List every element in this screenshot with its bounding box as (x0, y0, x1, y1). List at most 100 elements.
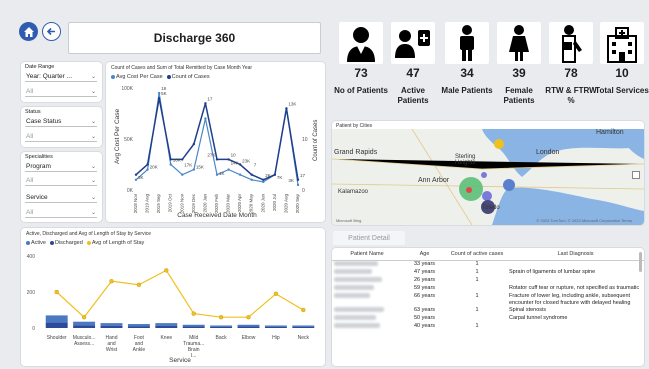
line-point (227, 158, 230, 161)
diagnosis-cell (507, 260, 644, 269)
los-point (301, 307, 306, 313)
table-row[interactable]: 66 years 1 Fracture of lower leg, includin… (332, 292, 644, 307)
column-age[interactable]: Age (402, 248, 447, 261)
kpi-value: 78 (564, 66, 578, 80)
map-label-hamilton: Hamilton (596, 129, 624, 136)
kpi-card-4 (549, 22, 593, 64)
bar-x-tick: Ankle (133, 347, 146, 353)
active-cases-cell: 1 (475, 306, 479, 313)
column-patient-name[interactable]: Patient Name (332, 248, 402, 261)
line-data-label: 13K (288, 101, 296, 106)
hospital-icon (607, 27, 637, 63)
table-row[interactable]: 26 years 1 (332, 276, 644, 285)
doctor-icon (347, 27, 375, 62)
line-data-label: 14K (231, 161, 239, 166)
line-point (169, 158, 172, 161)
patient-detail-tab[interactable]: Patient Detail (333, 231, 405, 245)
bar-active (292, 325, 315, 327)
chevron-down-icon: ⌄ (90, 209, 96, 216)
line-x-tick: 2020 May (249, 193, 254, 214)
line-x-tick: 2018 Nov (133, 193, 138, 213)
table-scrollbar[interactable] (639, 252, 642, 272)
status-sub-dropdown[interactable]: All ⌄ (25, 131, 97, 142)
chevron-down-icon: ⌄ (90, 118, 96, 125)
service-value: All (26, 208, 34, 216)
table-row[interactable]: 50 years Carpal tunnel syndrome (332, 314, 644, 323)
date-range-dropdown[interactable]: Year: Quarter ... ⌄ (25, 71, 97, 82)
line-x-tick: 2019 Dec (191, 193, 196, 213)
active-cases-cell: 1 (475, 292, 479, 299)
bar-x-tick: Hip (272, 335, 280, 341)
line-data-label: 27K (207, 152, 215, 157)
date-range-value: Year: Quarter ... (26, 72, 73, 80)
line-data-label: 10 (231, 152, 237, 157)
bar-discharged (264, 326, 287, 328)
diagnosis-cell (507, 277, 644, 285)
service-dropdown[interactable]: Service ⌄ (25, 192, 97, 203)
active-cases-cell: 1 (475, 268, 479, 275)
case-status-dropdown[interactable]: Case Status ⌄ (25, 116, 97, 127)
service-bar-chart-panel: Active, Discharged and Avg of Length of … (21, 228, 325, 366)
kpi-value: 39 (512, 66, 526, 80)
kpi-card-0 (339, 22, 383, 64)
program-dropdown[interactable]: Program ⌄ (25, 161, 97, 172)
active-cases-cell: 1 (475, 322, 479, 329)
patient-detail-panel: Patient Name Age Count of active cases L… (332, 248, 644, 366)
diagnosis-cell: Spinal stenosis (509, 306, 546, 313)
map-label-sterling-heights: Sterling Heights (455, 154, 476, 166)
male-icon (460, 25, 474, 61)
home-icon (23, 26, 34, 37)
los-point (191, 311, 196, 316)
case-status-value: Case Status (26, 117, 62, 125)
table-row[interactable]: 59 years Rotator cuff tear or rupture, no… (332, 284, 644, 293)
bar-y-tick: 0 (32, 326, 35, 332)
line-data-label: 7 (254, 163, 257, 168)
program-value-dropdown[interactable]: All ⌄ (25, 175, 97, 186)
kpi-label: Male Patients (441, 86, 493, 95)
line-point (238, 173, 242, 176)
patient-table: Patient Name Age Count of active cases L… (332, 248, 644, 331)
line-x-tick: 2019 Sep (156, 194, 161, 214)
bar-discharged (237, 326, 260, 328)
kpi-value: 34 (460, 66, 474, 80)
line-data-label: 17 (300, 173, 306, 178)
table-row[interactable]: 47 years 1 Sprain of ligaments of lumbar s… (332, 268, 644, 277)
service-value-dropdown[interactable]: All ⌄ (25, 207, 97, 218)
bar-active (264, 325, 287, 327)
date-range-label: Date Range (25, 64, 55, 70)
back-button[interactable] (42, 22, 61, 41)
kpi-card-5 (600, 22, 644, 64)
line-x-tick: 2020 Sep (295, 194, 300, 214)
line-data-label: 18 (161, 86, 167, 91)
diagnosis-cell: Rotator cuff tear or rupture, not specif… (509, 284, 640, 291)
bar-active (210, 325, 233, 327)
line-data-label: 1K (219, 171, 225, 176)
table-row[interactable]: 63 years 1 Spinal stenosis (332, 306, 644, 315)
line-point (157, 97, 161, 100)
age-cell: 63 years (413, 306, 436, 313)
date-range-sub-dropdown[interactable]: All ⌄ (25, 86, 97, 97)
redacted-name (334, 314, 376, 320)
kpi-card-2 (445, 22, 489, 64)
line-x-tick: 2020 Jan (202, 194, 207, 213)
bar-discharged (45, 322, 68, 328)
diagnosis-cell: Sprain of ligaments of lumbar spine (509, 268, 596, 275)
table-row[interactable]: 40 years 1 (332, 322, 644, 331)
line-point (250, 178, 253, 181)
line-point (157, 91, 161, 95)
bar-x-tick: Elbow (242, 335, 256, 341)
map-expand-button[interactable] (632, 171, 640, 179)
age-cell: 33 years (413, 260, 436, 267)
column-active-cases[interactable]: Count of active cases (447, 248, 507, 261)
table-row[interactable]: 33 years 1 (332, 260, 644, 269)
bar-x-tick: Knee (160, 335, 172, 341)
line-data-label: 3K (288, 178, 294, 183)
line-x-tick: 2019 Nov (179, 193, 184, 213)
line-x-tick: 2020 Aug (283, 194, 288, 214)
line-point (204, 117, 207, 120)
active-cases-cell: 1 (475, 260, 479, 267)
column-last-diagnosis[interactable]: Last Diagnosis (507, 248, 644, 261)
line-data-label: 2K (265, 173, 271, 178)
home-button[interactable] (19, 22, 38, 41)
line-x-tick: 2019 Aug (145, 194, 150, 214)
